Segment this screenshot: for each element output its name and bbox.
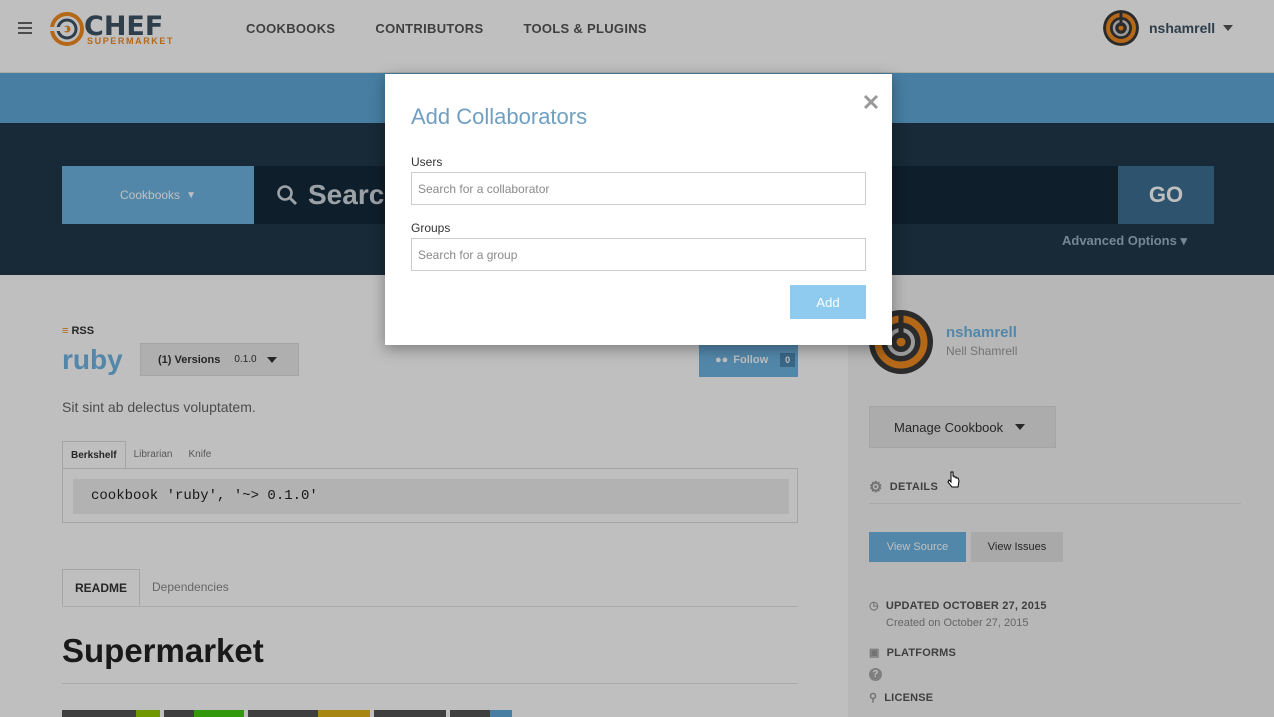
users-label: Users: [411, 155, 443, 169]
add-collaborators-modal: Add Collaborators Users Groups Add: [385, 74, 892, 345]
modal-title: Add Collaborators: [411, 104, 588, 129]
add-button[interactable]: Add: [790, 285, 866, 319]
close-icon[interactable]: [861, 92, 881, 112]
mouse-cursor-icon: [947, 471, 960, 488]
users-search-input[interactable]: [411, 172, 866, 205]
groups-search-input[interactable]: [411, 238, 866, 271]
groups-label: Groups: [411, 221, 451, 235]
